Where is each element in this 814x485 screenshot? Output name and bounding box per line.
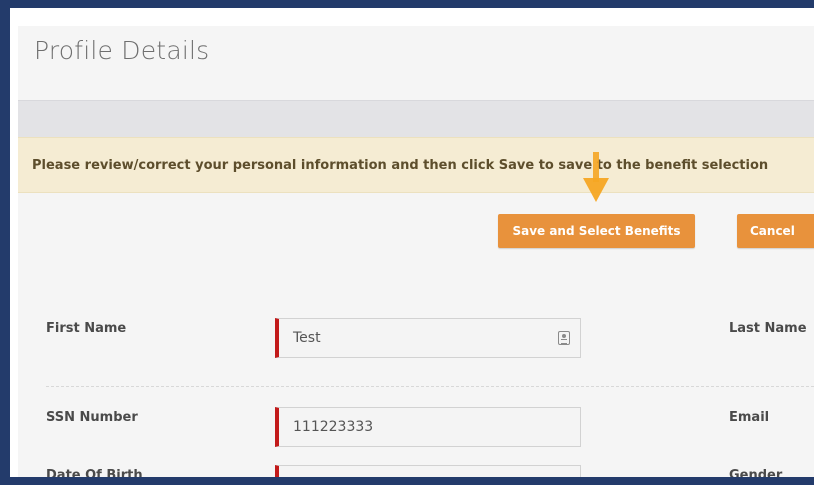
last-name-label: Last Name (729, 321, 807, 336)
browser-frame: Profile Details Please review/correct yo… (10, 8, 814, 477)
ssn-field[interactable]: 111223333 (275, 407, 581, 447)
header-band (18, 100, 814, 137)
save-and-select-benefits-button[interactable]: Save and Select Benefits (498, 214, 695, 248)
page-title: Profile Details (34, 36, 210, 65)
dob-field[interactable] (275, 465, 581, 477)
profile-panel: Profile Details Please review/correct yo… (18, 26, 814, 477)
dob-label: Date Of Birth (46, 468, 143, 477)
notice-banner: Please review/correct your personal info… (18, 137, 814, 193)
first-name-value: Test (293, 330, 321, 346)
email-label: Email (729, 410, 770, 425)
ssn-value: 111223333 (293, 419, 374, 435)
gender-label: Gender (729, 468, 783, 477)
contact-card-icon[interactable] (558, 331, 570, 345)
cancel-button[interactable]: Cancel (737, 214, 814, 248)
arrow-down-icon (583, 152, 609, 202)
ssn-label: SSN Number (46, 410, 138, 425)
row-divider (46, 386, 814, 387)
notice-text: Please review/correct your personal info… (32, 157, 769, 173)
first-name-field[interactable]: Test (275, 318, 581, 358)
first-name-label: First Name (46, 321, 127, 336)
